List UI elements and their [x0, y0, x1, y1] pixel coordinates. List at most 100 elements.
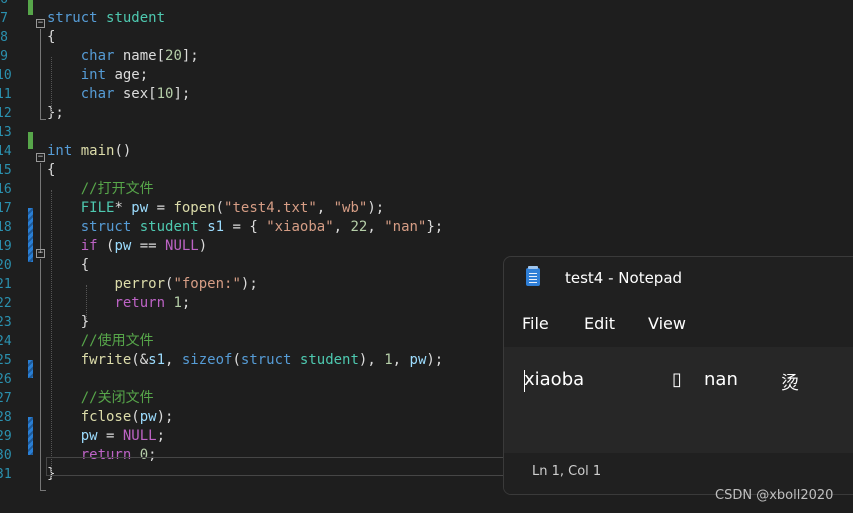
- code-token: 20: [165, 48, 182, 64]
- fold-line: [40, 259, 41, 490]
- menu-file[interactable]: File: [522, 314, 549, 333]
- code-token: 1: [384, 352, 393, 368]
- code-text: int age;: [47, 66, 148, 85]
- code-token: = {: [224, 219, 267, 235]
- line-number: 12: [0, 106, 12, 121]
- code-token: char: [80, 48, 115, 64]
- code-text: {: [47, 161, 55, 180]
- code-token: ];: [181, 48, 199, 64]
- code-token: struct: [80, 219, 132, 235]
- code-line[interactable]: 8{: [0, 28, 853, 47]
- code-token: perror: [114, 276, 166, 292]
- code-token: pw: [80, 428, 98, 444]
- line-number: 8: [0, 30, 8, 45]
- code-token: {: [47, 29, 56, 45]
- code-token: {: [47, 257, 90, 273]
- code-text: pw = NULL;: [47, 427, 165, 446]
- code-token: FILE: [80, 200, 115, 216]
- code-token: ,: [392, 352, 410, 368]
- code-token: );: [240, 276, 258, 292]
- code-line[interactable]: 18 struct student s1 = { "xiaoba", 22, "…: [0, 218, 853, 237]
- line-number: 15: [0, 163, 12, 178]
- code-text: perror("fopen:");: [47, 275, 258, 294]
- code-token: (: [232, 352, 241, 368]
- line-number: 18: [0, 220, 12, 235]
- code-token: NULL: [165, 238, 199, 254]
- code-token: main: [80, 143, 115, 159]
- collapse-icon[interactable]: −: [36, 19, 45, 28]
- code-line[interactable]: 17 FILE* pw = fopen("test4.txt", "wb");: [0, 199, 853, 218]
- menu-edit[interactable]: Edit: [584, 314, 615, 333]
- code-token: "fopen:": [173, 276, 241, 292]
- code-token: ,: [367, 219, 385, 235]
- code-token: sex[: [114, 86, 157, 102]
- indent-guide: [51, 57, 52, 114]
- code-token: };: [47, 105, 64, 121]
- code-token: pw: [139, 409, 157, 425]
- line-number: 25: [0, 353, 12, 368]
- fold-line: [40, 29, 41, 119]
- code-token: 22: [350, 219, 368, 235]
- code-token: ,: [333, 219, 351, 235]
- code-line[interactable]: 15 {: [0, 161, 853, 180]
- watermark: CSDN @xboll2020: [715, 488, 834, 503]
- line-number: 28: [0, 410, 12, 425]
- code-line[interactable]: 7 struct student: [0, 9, 853, 28]
- code-token: name[: [114, 48, 166, 64]
- code-token: =: [97, 428, 123, 444]
- window-title: test4 - Notepad: [565, 269, 683, 287]
- code-line[interactable]: 10 int age;: [0, 66, 853, 85]
- title-bar[interactable]: test4 - Notepad: [504, 257, 853, 301]
- code-token: ),: [358, 352, 385, 368]
- code-token: *: [114, 200, 132, 216]
- change-marker: [28, 417, 33, 455]
- code-text: //打开文件: [47, 180, 154, 199]
- code-line[interactable]: 13: [0, 123, 853, 142]
- line-number: 10: [0, 68, 12, 83]
- collapse-icon[interactable]: −: [36, 153, 45, 162]
- code-text: }: [47, 313, 89, 332]
- menu-view[interactable]: View: [648, 314, 686, 333]
- notepad-window[interactable]: test4 - Notepad File Edit View xiaoba ▯ …: [503, 256, 853, 495]
- code-token: "xiaoba": [266, 219, 334, 235]
- content-word: xiaoba: [524, 369, 585, 390]
- code-token: {: [47, 162, 56, 178]
- code-token: ==: [131, 238, 166, 254]
- content-word: nan: [704, 369, 738, 390]
- text-area[interactable]: xiaoba ▯ nan 烫: [504, 347, 853, 453]
- line-number: 31: [0, 467, 12, 482]
- line-number: 6: [0, 0, 8, 9]
- code-line[interactable]: 14 int main(): [0, 142, 853, 161]
- code-token: //使用文件: [80, 333, 154, 349]
- code-text: //使用文件: [47, 332, 154, 351]
- change-marker: [28, 132, 33, 149]
- code-line[interactable]: 6: [0, 0, 853, 9]
- code-token: s1: [148, 352, 166, 368]
- code-text: };: [47, 104, 64, 123]
- line-number: 16: [0, 182, 12, 197]
- collapse-icon[interactable]: −: [36, 249, 45, 258]
- code-line[interactable]: 11 char sex[10];: [0, 85, 853, 104]
- code-token: //打开文件: [80, 181, 154, 197]
- code-line[interactable]: 9 char name[20];: [0, 47, 853, 66]
- code-line[interactable]: 12};: [0, 104, 853, 123]
- code-token: 10: [156, 86, 174, 102]
- code-line[interactable]: 19 if (pw == NULL): [0, 237, 853, 256]
- code-token: int: [47, 143, 73, 159]
- code-token: NULL: [122, 428, 157, 444]
- line-number: 7: [0, 11, 8, 26]
- line-number: 22: [0, 296, 12, 311]
- code-token: (): [114, 143, 132, 159]
- line-number: 21: [0, 277, 12, 292]
- code-line[interactable]: 16 //打开文件: [0, 180, 853, 199]
- code-token: }: [47, 314, 90, 330]
- code-token: pw: [131, 200, 149, 216]
- content-glyph: ▯: [672, 369, 682, 390]
